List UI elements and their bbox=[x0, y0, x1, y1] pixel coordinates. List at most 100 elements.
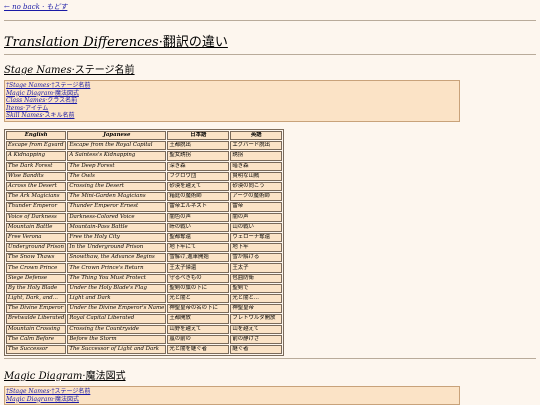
table-cell: In the Underground Prison bbox=[67, 243, 167, 253]
table-row: Wise Bandits The Owls フクロウ団 賢明な山賊 bbox=[6, 171, 283, 181]
table-cell: Voice of Darkness bbox=[6, 212, 67, 222]
table-cell: 砂漠の向こう bbox=[230, 181, 283, 192]
nav-link[interactable]: †Stage Names·†ステージ名前 bbox=[5, 388, 459, 396]
table-cell: Free the Holy City bbox=[67, 232, 167, 243]
table-cell: The Crown Prince's Return bbox=[67, 263, 167, 273]
table-row: The Snow Thaws Snowthaw, the Advance Begi… bbox=[6, 253, 283, 263]
table-cell: Thunder Emperor Ernest bbox=[67, 202, 167, 212]
table-cell: The Deep Forest bbox=[67, 161, 167, 171]
nav-link-jp: 魔法図式 bbox=[54, 395, 79, 403]
table-row: By the Holy Blade Under the Holy Blade's … bbox=[6, 283, 283, 293]
table-cell: The Thing You Must Protect bbox=[67, 273, 167, 283]
table-cell: 地下牢 bbox=[230, 243, 283, 253]
column-header: English bbox=[6, 131, 67, 141]
table-row: Underground Prison In the Underground Pri… bbox=[6, 243, 283, 253]
table-cell: Darkness-Colored Voice bbox=[67, 212, 167, 222]
divider bbox=[4, 20, 536, 21]
nav-link[interactable]: Class Names·クラス名前 bbox=[5, 97, 459, 105]
section-title-jp: ·魔法図式 bbox=[82, 371, 126, 382]
nav-link-en: Magic Diagram· bbox=[6, 395, 55, 403]
section-nav-box: †Stage Names·†ステージ名前 Magic Diagram·魔法図式 bbox=[4, 386, 460, 405]
table-cell: The Mini-Garden Magicians bbox=[67, 192, 167, 202]
table-row: Siege Defense The Thing You Must Protect 守… bbox=[6, 273, 283, 283]
column-header: 英語 bbox=[230, 131, 283, 141]
divider bbox=[4, 54, 536, 55]
table-cell: 聖女誘拐 bbox=[167, 151, 230, 161]
table-cell: Before the Storm bbox=[67, 334, 167, 344]
section-title-en: Stage Names bbox=[4, 65, 72, 76]
table-cell: ヴェローナ奪還 bbox=[230, 232, 283, 243]
table-cell: 王都開放 bbox=[167, 314, 230, 324]
table-cell: 守るべきもの bbox=[167, 273, 230, 283]
table-cell: 暗き森 bbox=[230, 161, 283, 171]
table-cell: 深き森 bbox=[167, 161, 230, 171]
translation-table: English Japanese 日本語 英語 Escape from Egvard E… bbox=[4, 129, 285, 357]
nav-link-en: Skill Names· bbox=[6, 112, 45, 120]
table-cell: The Dark Forest bbox=[6, 161, 67, 171]
table-cell: By the Holy Blade bbox=[6, 283, 67, 293]
table-cell: Under the Divine Emperor's Name bbox=[67, 304, 167, 314]
table-cell: Mountain Battle bbox=[6, 222, 67, 232]
table-header-row: English Japanese 日本語 英語 bbox=[6, 131, 283, 141]
table-row: Bretwalde Liberated Royal Capital Liberat… bbox=[6, 314, 283, 324]
table-cell: The Snow Thaws bbox=[6, 253, 67, 263]
table-cell: 神聖皇帝 bbox=[230, 304, 283, 314]
table-cell: Across the Desert bbox=[6, 181, 67, 192]
table-cell: The Owls bbox=[67, 171, 167, 181]
nav-link[interactable]: Skill Names·スキル名前 bbox=[5, 112, 459, 120]
table-row: The Divine Emperor Under the Divine Emper… bbox=[6, 304, 283, 314]
table-cell: ブレトワルダ開放 bbox=[230, 314, 283, 324]
table-cell: 山野を越えて bbox=[167, 324, 230, 334]
table-cell: Mountain Crossing bbox=[6, 324, 67, 334]
nav-link-jp: クラス名前 bbox=[47, 97, 78, 105]
table-cell: アークの魔術師 bbox=[230, 192, 283, 202]
table-cell: Crossing the Desert bbox=[67, 181, 167, 192]
table-row: The Dark Forest The Deep Forest 深き森 暗き森 bbox=[6, 161, 283, 171]
nav-link-jp: スキル名前 bbox=[44, 112, 75, 120]
table-cell: 光と闇と bbox=[167, 294, 230, 304]
table-cell: 賢明な山賊 bbox=[230, 171, 283, 181]
page-title-jp: ·翻訳の違い bbox=[158, 35, 228, 50]
nav-link[interactable]: †Stage Names·†ステージ名前 bbox=[5, 82, 459, 90]
nav-link-jp: 魔法図式 bbox=[54, 89, 79, 97]
table-cell: Snowthaw, the Advance Begins bbox=[67, 253, 167, 263]
table-row: Voice of Darkness Darkness-Colored Voice 闇… bbox=[6, 212, 283, 222]
table-row: The Ark Magicians The Mini-Garden Magicia… bbox=[6, 192, 283, 202]
back-link[interactable]: ← no back · もどす bbox=[4, 2, 67, 12]
table-cell: 箱庭の魔術師 bbox=[167, 192, 230, 202]
table-cell: Escape from Egvard bbox=[6, 141, 67, 151]
page-title-en: Translation Differences bbox=[4, 35, 159, 50]
table-row: Mountain Crossing Crossing the Countrysid… bbox=[6, 324, 283, 334]
table-row: The Calm Before Before the Storm 嵐の前の 前の静けさ bbox=[6, 334, 283, 344]
table-cell: The Divine Emperor bbox=[6, 304, 67, 314]
table-cell: エグバード脱出 bbox=[230, 141, 283, 151]
nav-link-en: Magic Diagram· bbox=[6, 89, 55, 97]
table-cell: 神聖皇帝の名の下に bbox=[167, 304, 230, 314]
table-cell: The Crown Prince bbox=[6, 263, 67, 273]
table-cell: 包囲防衛 bbox=[230, 273, 283, 283]
table-cell: 砂漠を越えて bbox=[167, 181, 230, 192]
table-cell: Royal Capital Liberated bbox=[67, 314, 167, 324]
table-cell: A Kidnapping bbox=[6, 151, 67, 161]
nav-link-jp: †ステージ名前 bbox=[51, 82, 91, 89]
table-cell: 継ぐ者 bbox=[230, 344, 283, 355]
section-nav-box: †Stage Names·†ステージ名前 Magic Diagram·魔法図式 Cl… bbox=[4, 80, 460, 122]
nav-link[interactable]: Magic Diagram·魔法図式 bbox=[5, 396, 459, 404]
table-cell: 地下牢にて bbox=[167, 243, 230, 253]
table-row: Escape from Egvard Escape from the Royal … bbox=[6, 141, 283, 151]
column-header: 日本語 bbox=[167, 131, 230, 141]
table-row: Light, Dark, and... Light and Dark 光と闇と 光と闇… bbox=[6, 294, 283, 304]
table-row: Free Verona Free the Holy City 聖都奪還 ヴェローナ奪還 bbox=[6, 232, 283, 243]
table-cell: 王都脱出 bbox=[167, 141, 230, 151]
divider bbox=[4, 358, 536, 359]
table-cell: 王太子帰還 bbox=[167, 263, 230, 273]
table-cell: 山の戦い bbox=[230, 222, 283, 232]
nav-link-en: †Stage Names· bbox=[6, 388, 52, 395]
column-header: Japanese bbox=[67, 131, 167, 141]
table-cell: 雪が解ける bbox=[230, 253, 283, 263]
section-title-magic-diagram: Magic Diagram·魔法図式 bbox=[4, 367, 126, 382]
nav-link-en: †Stage Names· bbox=[6, 82, 52, 89]
section-title-en: Magic Diagram bbox=[4, 371, 83, 382]
table-cell: Crossing the Countryside bbox=[67, 324, 167, 334]
page-title: Translation Differences·翻訳の違い bbox=[4, 31, 228, 50]
